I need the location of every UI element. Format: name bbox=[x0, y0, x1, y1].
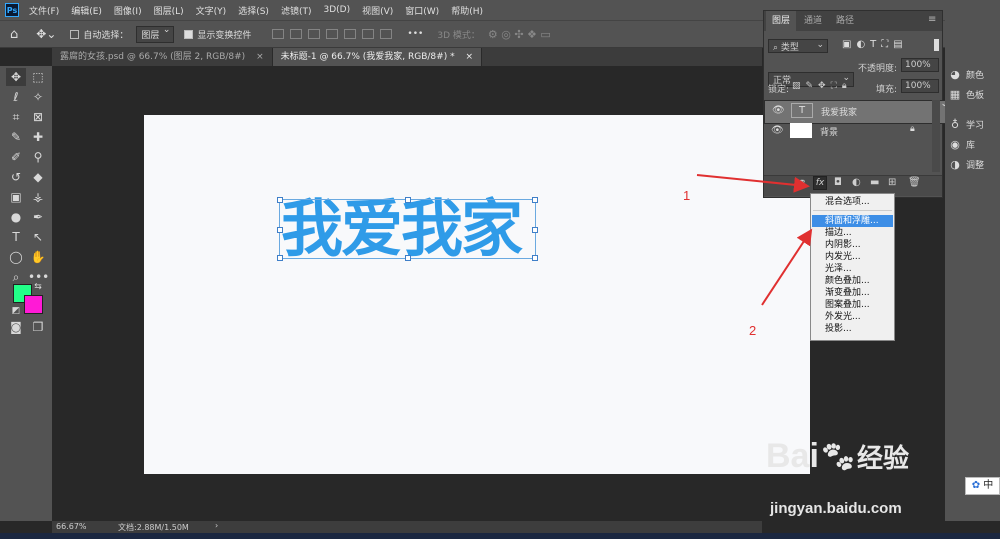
annotation-arrow-1 bbox=[696, 174, 810, 193]
ime-language: 中 bbox=[983, 480, 994, 491]
baidu-logo: Bai🐾︎经验 bbox=[766, 437, 909, 476]
ime-indicator[interactable]: ✿ 中 bbox=[965, 477, 1000, 495]
baidu-logo-cn: 经验 bbox=[857, 443, 910, 473]
annotation-label-1: 1 bbox=[683, 188, 691, 203]
paw-icon: ✿ bbox=[971, 480, 981, 491]
paw-icon: 🐾︎ bbox=[818, 441, 858, 474]
annotation-label-2: 2 bbox=[749, 323, 757, 338]
annotation-arrow-2 bbox=[761, 228, 813, 306]
baidu-url: jingyan.baidu.com bbox=[770, 500, 902, 517]
baidu-logo-text: Bai bbox=[766, 437, 819, 475]
baidu-watermark: Bai🐾︎经验 jingyan.baidu.com bbox=[760, 437, 960, 527]
